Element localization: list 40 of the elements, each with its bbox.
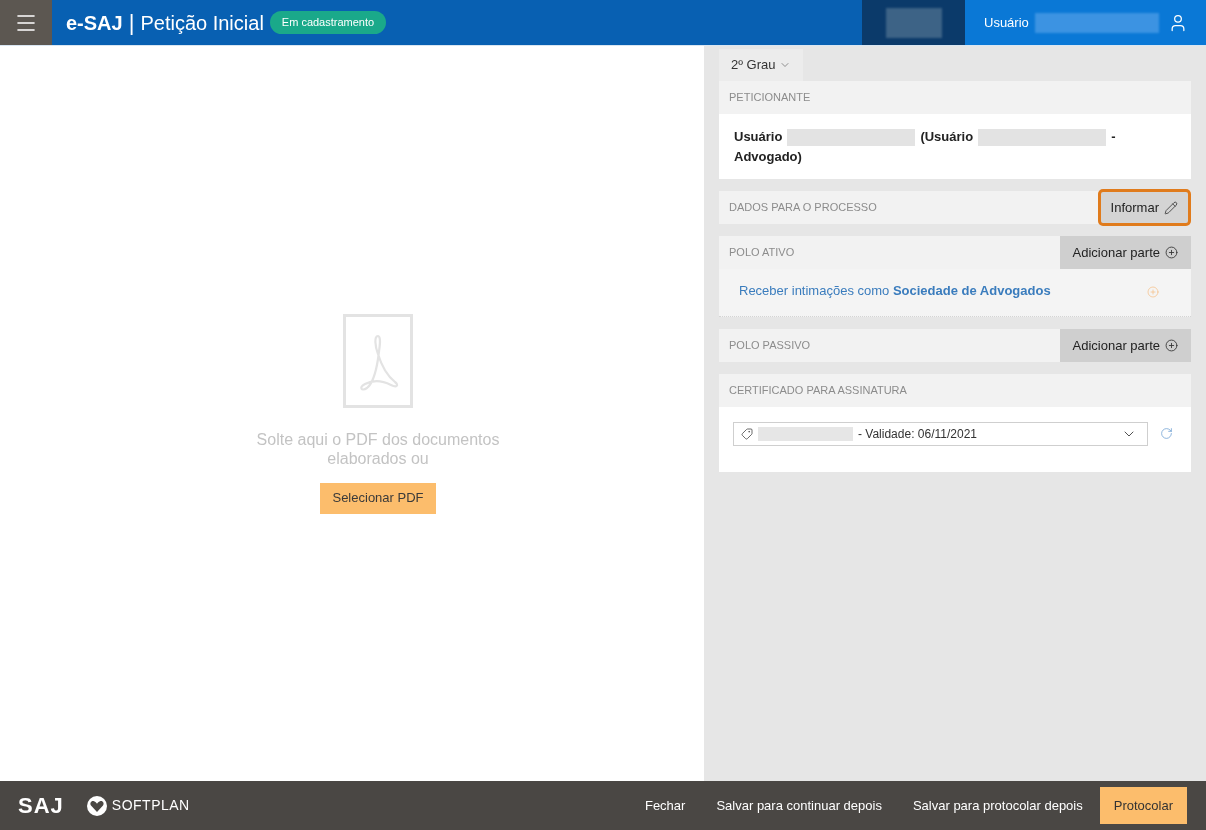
user-menu[interactable]: Usuário: [965, 0, 1206, 45]
petitioner-text: -: [1111, 128, 1116, 146]
status-badge: Em cadastramento: [269, 11, 387, 34]
petitioner-text: Usuário: [734, 128, 783, 146]
company-logo: SOFTPLAN: [111, 796, 190, 815]
footer-action-button[interactable]: Salvar para continuar depois: [716, 795, 882, 816]
pencil-icon: [1164, 200, 1178, 215]
menu-button[interactable]: [0, 0, 52, 45]
refresh-icon[interactable]: [1160, 427, 1173, 440]
plus-circle-icon: [1165, 246, 1178, 259]
section-button[interactable]: Adicionar parte: [1059, 236, 1191, 269]
section-button[interactable]: Informar: [1097, 189, 1191, 226]
select-value: - Validade: 06/11/2021: [858, 426, 977, 443]
petitioner-text: (Usuário: [920, 128, 974, 146]
section-title: POLO PASSIVO: [728, 338, 811, 354]
plus-circle-icon: [1165, 339, 1178, 352]
link[interactable]: Receber intimações como Sociedade de Advogados: [739, 281, 1051, 301]
section-title: POLO ATIVO: [728, 245, 795, 261]
user-label: Usuário: [984, 13, 1029, 32]
instance-dropdown[interactable]: 2º Grau: [719, 49, 803, 81]
section-title: PETICIONANTE: [728, 90, 811, 106]
tag-icon: [741, 428, 753, 440]
title-separator: |: [128, 9, 135, 37]
brand-logo: SAJ: [18, 792, 64, 820]
petitioner-text: Advogado): [734, 148, 802, 166]
section-title: CERTIFICADO PARA ASSINATURA: [728, 383, 907, 399]
footer-action-button[interactable]: Fechar: [644, 795, 686, 816]
select-pdf-button[interactable]: Selecionar PDF: [320, 482, 436, 514]
redacted-block: [885, 7, 942, 38]
page-title: Petição Inicial: [140, 10, 264, 36]
protocol-button[interactable]: Protocolar: [1099, 787, 1187, 824]
certificate-select[interactable]: - Validade: 06/11/2021: [733, 422, 1148, 446]
drop-instructions: Solte aqui o PDF dos documentos elaborados ou: [255, 429, 501, 468]
heart-logo-icon: [85, 794, 108, 817]
plus-circle-icon[interactable]: [1147, 286, 1159, 298]
pdf-document-icon: [343, 313, 413, 408]
section-button[interactable]: Adicionar parte: [1059, 329, 1191, 362]
app-name: e-SAJ: [66, 10, 123, 36]
footer-action-button[interactable]: Salvar para protocolar depois: [912, 795, 1083, 816]
section-title: DADOS PARA O PROCESSO: [728, 200, 877, 216]
